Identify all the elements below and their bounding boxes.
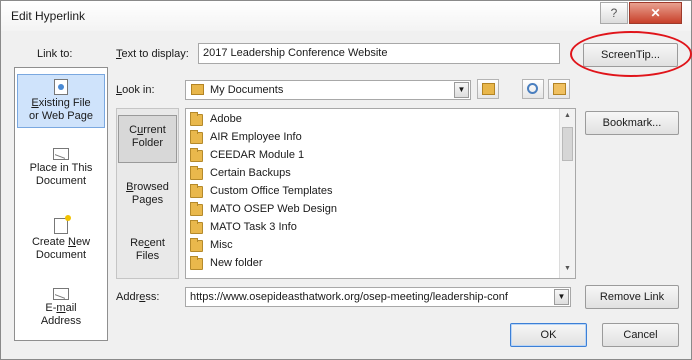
highlight-ring [570, 31, 692, 77]
search-icon [527, 83, 538, 94]
address-value: https://www.osepideasthatwork.org/osep-m… [190, 291, 508, 303]
list-item-label: CEEDAR Module 1 [210, 149, 305, 161]
address-input[interactable]: https://www.osepideasthatwork.org/osep-m… [185, 287, 571, 307]
link-to-email-address[interactable]: E-mail Address [17, 288, 105, 334]
text-to-display-input[interactable]: 2017 Leadership Conference Website [198, 43, 560, 64]
list-item-label: AIR Employee Info [210, 131, 302, 143]
folder-icon [190, 166, 203, 180]
list-item[interactable]: MATO OSEP Web Design [188, 201, 558, 219]
link-to-label: Link to: [37, 48, 73, 60]
link-to-existing-file-label: Existing File or Web Page [28, 97, 93, 122]
browse-web-button[interactable] [477, 79, 499, 99]
link-to-create-new-document-label: Create New Document [31, 236, 91, 261]
dialog-title: Edit Hyperlink [11, 9, 86, 23]
ok-button[interactable]: OK [510, 323, 587, 347]
chevron-down-icon[interactable]: ▼ [454, 82, 469, 98]
list-item[interactable]: AIR Employee Info [188, 129, 558, 147]
list-item-label: Adobe [210, 113, 242, 125]
browsed-pages-label: Browsed Pages [126, 181, 169, 206]
folder-icon [190, 238, 203, 252]
scroll-thumb[interactable] [562, 127, 573, 161]
cancel-button[interactable]: Cancel [602, 323, 679, 347]
list-item[interactable]: MATO Task 3 Info [188, 219, 558, 237]
scroll-up-icon[interactable]: ▲ [560, 112, 575, 119]
ok-button-label: OK [540, 329, 557, 341]
new-document-icon [54, 215, 71, 234]
scroll-down-icon[interactable]: ▼ [560, 265, 575, 272]
email-icon [53, 288, 69, 300]
open-folder-icon [553, 83, 566, 95]
address-label: Address: [116, 291, 160, 303]
folder-icon [190, 220, 203, 234]
folder-icon [190, 202, 203, 216]
close-button[interactable]: ✕ [629, 2, 682, 24]
list-item[interactable]: New folder [188, 255, 558, 273]
browse-web-icon [482, 83, 495, 95]
remove-link-button[interactable]: Remove Link [585, 285, 679, 309]
help-button[interactable]: ? [600, 2, 628, 24]
open-folder-button[interactable] [548, 79, 570, 99]
link-to-email-address-label: E-mail Address [40, 302, 82, 327]
edit-hyperlink-dialog: Edit Hyperlink ? ✕ Link to: Text to disp… [0, 0, 692, 360]
look-in-value: My Documents [210, 84, 284, 96]
folder-icon [190, 184, 203, 198]
list-item[interactable]: Misc [188, 237, 558, 255]
current-folder-label: Current Folder [129, 124, 166, 149]
close-icon: ✕ [650, 6, 661, 20]
recent-files-label: Recent Files [130, 237, 165, 262]
current-folder-tab[interactable]: Current Folder [118, 115, 177, 163]
link-to-place-in-document[interactable]: Place in This Document [17, 148, 105, 194]
look-in-dropdown[interactable]: My Documents ▼ [185, 80, 471, 100]
link-to-panel: Existing File or Web Page Place in This Do… [14, 67, 108, 341]
text-to-display-label: Text to display: [116, 48, 189, 60]
list-item[interactable]: CEEDAR Module 1 [188, 147, 558, 165]
list-item-label: MATO OSEP Web Design [210, 203, 337, 215]
chevron-down-icon[interactable]: ▼ [554, 289, 569, 305]
link-to-existing-file[interactable]: Existing File or Web Page [17, 74, 105, 128]
browse-file-button[interactable] [522, 79, 544, 99]
title-bar: Edit Hyperlink ? ✕ [1, 1, 691, 31]
folder-icon [191, 84, 204, 95]
remove-link-button-label: Remove Link [599, 291, 665, 303]
folder-icon [190, 112, 203, 126]
list-item-label: New folder [210, 257, 263, 269]
look-in-label: Look in: [116, 84, 155, 96]
recent-files-tab[interactable]: Recent Files [118, 237, 177, 267]
list-item[interactable]: Adobe [188, 111, 558, 129]
cancel-button-label: Cancel [623, 329, 658, 341]
folder-icon [190, 148, 203, 162]
folder-icon [190, 130, 203, 144]
existing-file-icon [54, 79, 68, 95]
list-item-label: MATO Task 3 Info [210, 221, 297, 233]
list-item-label: Custom Office Templates [210, 185, 333, 197]
list-item-label: Misc [210, 239, 233, 251]
list-item[interactable]: Certain Backups [188, 165, 558, 183]
file-list[interactable]: Adobe AIR Employee Info CEEDAR Module 1 … [185, 108, 576, 279]
list-item[interactable]: Custom Office Templates [188, 183, 558, 201]
link-to-create-new-document[interactable]: Create New Document [17, 215, 105, 264]
bookmark-button-label: Bookmark... [602, 117, 662, 129]
link-to-place-in-document-label: Place in This Document [29, 162, 93, 187]
list-item-label: Certain Backups [210, 167, 291, 179]
place-in-document-icon [53, 148, 69, 160]
look-in-sections: Current Folder Browsed Pages Recent Files [116, 108, 179, 279]
folder-icon [190, 256, 203, 270]
bookmark-button[interactable]: Bookmark... [585, 111, 679, 135]
vertical-scrollbar[interactable]: ▲ ▼ [559, 109, 575, 278]
help-icon: ? [610, 6, 618, 20]
browsed-pages-tab[interactable]: Browsed Pages [118, 181, 177, 211]
